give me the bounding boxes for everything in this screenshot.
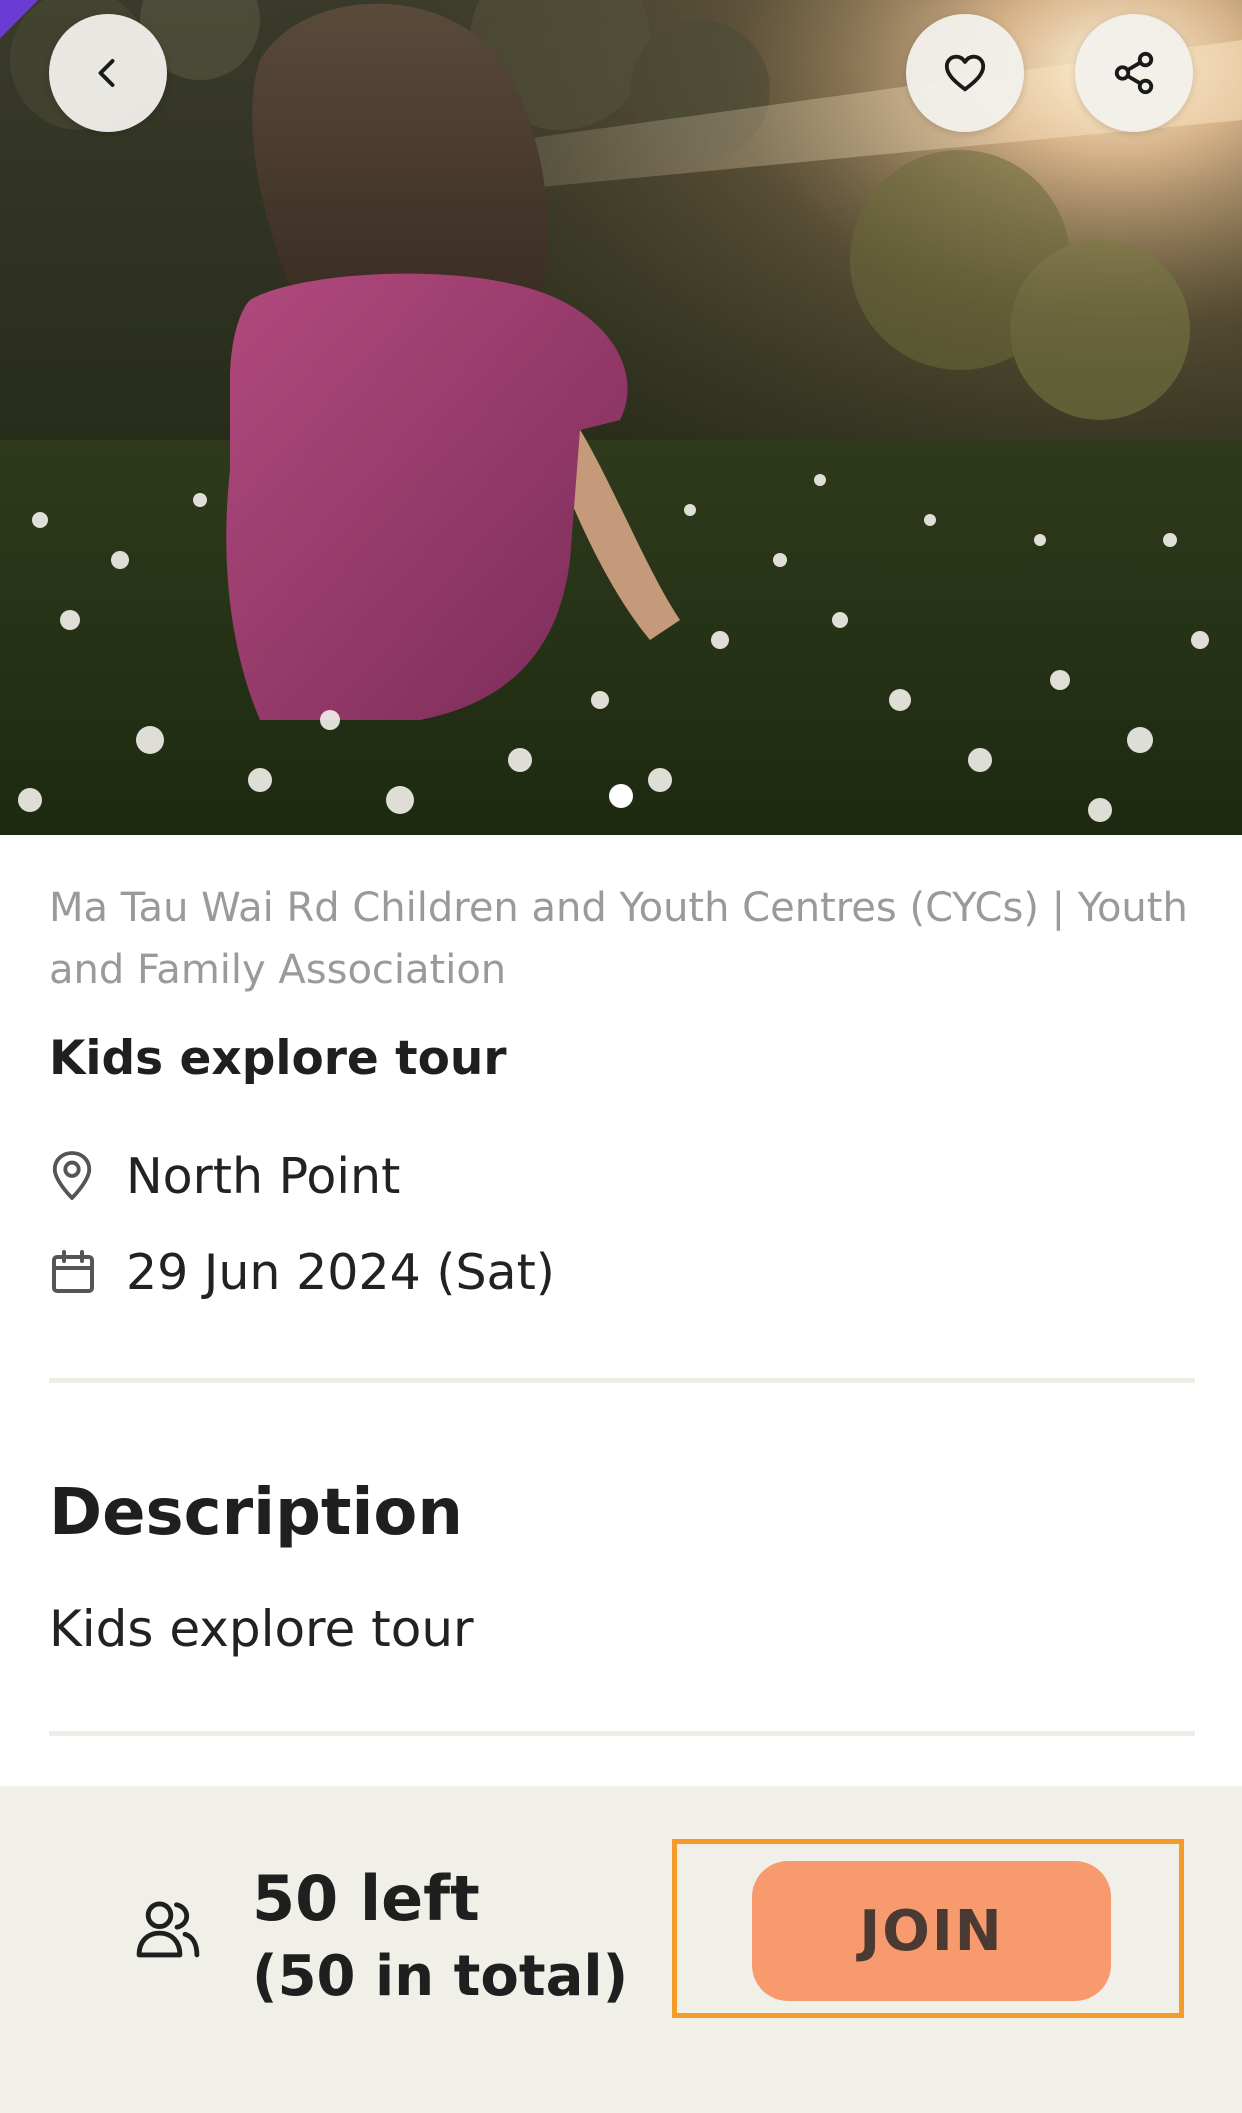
map-pin-icon xyxy=(49,1150,101,1202)
description-heading: Description xyxy=(49,1476,463,1550)
section-divider xyxy=(49,1378,1195,1383)
event-date: 29 Jun 2024 (Sat) xyxy=(126,1243,555,1301)
chevron-left-icon xyxy=(98,59,115,87)
carousel-indicator-dot[interactable] xyxy=(609,784,633,808)
date-row: 29 Jun 2024 (Sat) xyxy=(49,1239,1195,1305)
event-details: Ma Tau Wai Rd Children and Youth Centres… xyxy=(49,835,1195,1305)
hero-photo xyxy=(0,0,1242,835)
join-button[interactable]: JOIN xyxy=(752,1861,1111,2001)
share-button[interactable] xyxy=(1075,14,1193,132)
back-button[interactable] xyxy=(49,14,167,132)
share-icon xyxy=(1114,51,1154,95)
heart-outline-icon xyxy=(944,54,986,92)
event-title: Kids explore tour xyxy=(49,1031,507,1086)
description-body: Kids explore tour xyxy=(49,1600,474,1658)
section-divider xyxy=(49,1731,1195,1736)
favorite-button[interactable] xyxy=(906,14,1024,132)
event-location: North Point xyxy=(126,1147,401,1205)
bottom-action-bar: 50 left (50 in total) JOIN xyxy=(0,1786,1242,2113)
quota-remaining: 50 left xyxy=(252,1862,480,1935)
calendar-icon xyxy=(49,1246,101,1298)
hero-image xyxy=(0,0,1242,835)
quota-total: (50 in total) xyxy=(252,1944,629,2009)
people-icon xyxy=(136,1901,200,1958)
location-row: North Point xyxy=(49,1143,1195,1209)
organizer-name[interactable]: Ma Tau Wai Rd Children and Youth Centres… xyxy=(49,877,1195,1001)
